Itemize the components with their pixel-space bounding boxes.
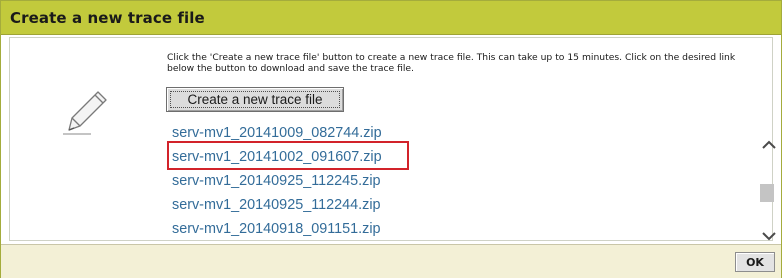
dialog-title: Create a new trace file bbox=[10, 9, 205, 27]
ok-button[interactable]: OK bbox=[735, 252, 775, 272]
trace-file-dialog: Create a new trace file Click the 'Creat… bbox=[0, 0, 782, 278]
trace-file-link[interactable]: serv-mv1_20140925_112245.zip bbox=[172, 173, 381, 189]
create-trace-file-button[interactable]: Create a new trace file bbox=[166, 87, 344, 112]
button-focus-ring: Create a new trace file bbox=[170, 91, 340, 108]
trace-file-link[interactable]: serv-mv1_20140925_112244.zip bbox=[172, 197, 381, 213]
scroll-down-arrow-icon[interactable] bbox=[761, 229, 777, 243]
highlighted-file-outline bbox=[167, 141, 409, 170]
pencil-icon bbox=[63, 91, 107, 135]
scrollbar-thumb[interactable] bbox=[760, 184, 774, 202]
create-trace-file-button-label: Create a new trace file bbox=[187, 92, 323, 107]
trace-file-list: serv-mv1_20141009_082744.zip serv-mv1_20… bbox=[167, 119, 747, 239]
trace-file-link[interactable]: serv-mv1_20140918_091151.zip bbox=[172, 221, 381, 237]
dialog-title-bar: Create a new trace file bbox=[1, 1, 781, 35]
dialog-description: Click the 'Create a new trace file' butt… bbox=[167, 52, 736, 74]
dialog-footer: OK bbox=[1, 244, 781, 278]
trace-file-link[interactable]: serv-mv1_20141009_082744.zip bbox=[172, 125, 382, 141]
scroll-up-arrow-icon[interactable] bbox=[761, 138, 777, 152]
ok-button-label: OK bbox=[746, 255, 764, 269]
